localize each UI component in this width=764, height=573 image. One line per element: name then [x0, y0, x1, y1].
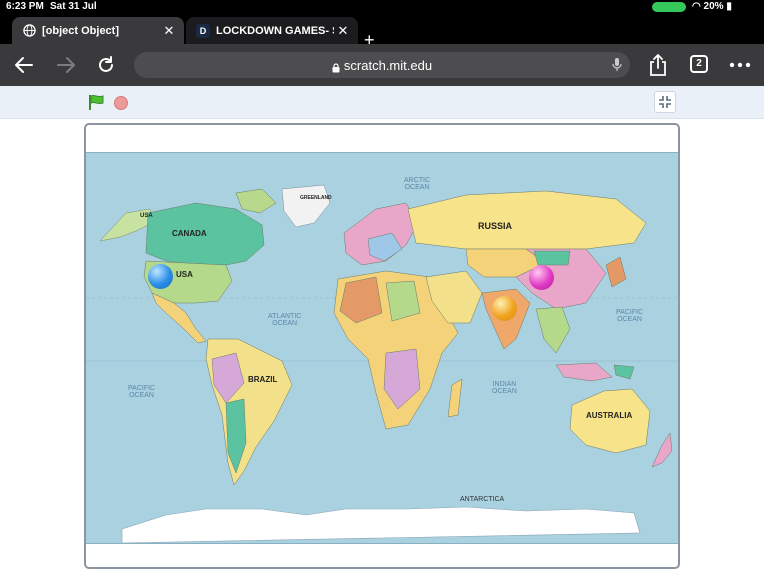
stop-button[interactable]	[114, 96, 128, 110]
more-dots-icon	[729, 62, 751, 68]
blue-ball-sprite[interactable]	[148, 264, 173, 289]
url-text: scratch.mit.edu	[343, 57, 433, 73]
navigation-bar: scratch.mit.edu 2	[0, 44, 764, 86]
world-map: ARCTIC OCEAN ATLANTIC OCEAN PACIFIC OCEA…	[86, 152, 678, 544]
close-tab-icon[interactable]: ✕	[334, 23, 352, 39]
pacific-ocean-left-label: PACIFIC OCEAN	[128, 385, 156, 399]
d-favicon-icon: D	[196, 23, 210, 38]
scratch-controls	[0, 86, 764, 119]
share-icon	[650, 54, 666, 76]
orange-ball-sprite[interactable]	[492, 296, 517, 321]
tab-lockdown-games[interactable]: D LOCKDOWN GAMES- SI ✕	[186, 17, 358, 44]
exit-fullscreen-button[interactable]	[654, 91, 676, 113]
atlantic-ocean-label: ATLANTIC OCEAN	[268, 313, 302, 327]
back-arrow-icon	[15, 57, 33, 73]
status-right: ◠ 20% ▮	[692, 1, 732, 12]
tab-title: LOCKDOWN GAMES- SI	[216, 24, 334, 37]
lock-icon	[332, 61, 340, 72]
pacific-ocean-right-label: PACIFIC OCEAN	[616, 309, 644, 323]
more-options-button[interactable]	[728, 53, 752, 77]
forward-arrow-icon	[57, 57, 75, 73]
call-indicator[interactable]	[652, 2, 686, 12]
status-time: 6:23 PM	[6, 1, 44, 12]
usa-label: USA	[176, 270, 193, 279]
greenland-label: GREENLAND	[300, 195, 332, 201]
tab-count-button[interactable]: 2	[690, 55, 708, 73]
microphone-icon[interactable]	[612, 58, 622, 72]
brazil-label: BRAZIL	[248, 375, 278, 384]
canada-label: CANADA	[172, 229, 207, 238]
usa-alaska-label: USA	[140, 213, 153, 219]
back-button[interactable]	[12, 53, 36, 77]
battery-icon: ▮	[726, 1, 732, 12]
battery-level: 20%	[703, 1, 724, 12]
pink-ball-sprite[interactable]	[529, 265, 554, 290]
shrink-icon	[659, 96, 671, 108]
status-bar: 6:23 PM Sat 31 Jul ◠ 20% ▮	[0, 0, 764, 14]
tab-object-object[interactable]: [object Object] ✕	[12, 17, 184, 44]
globe-icon	[22, 24, 36, 38]
share-button[interactable]	[646, 53, 670, 77]
world-map-graphic	[86, 184, 678, 543]
indian-ocean-label: INDIAN OCEAN	[492, 381, 517, 395]
green-flag-button[interactable]	[88, 94, 106, 110]
scratch-stage[interactable]: ARCTIC OCEAN ATLANTIC OCEAN PACIFIC OCEA…	[84, 123, 680, 569]
tab-bar: [object Object] ✕ D LOCKDOWN GAMES- SI ✕…	[0, 14, 764, 50]
tab-title: [object Object]	[42, 24, 120, 37]
arctic-ocean-label: ARCTIC OCEAN	[404, 177, 431, 191]
green-flag-icon	[89, 94, 104, 110]
wifi-icon: ◠	[692, 1, 701, 12]
russia-label: RUSSIA	[478, 221, 513, 231]
reload-icon	[99, 56, 113, 72]
antarctica-label: ANTARCTICA	[460, 496, 505, 503]
address-bar[interactable]: scratch.mit.edu	[134, 52, 630, 78]
status-date: Sat 31 Jul	[50, 1, 97, 12]
australia-label: AUSTRALIA	[586, 411, 633, 420]
close-tab-icon[interactable]: ✕	[160, 23, 178, 39]
forward-button[interactable]	[54, 53, 78, 77]
reload-button[interactable]	[94, 53, 118, 77]
